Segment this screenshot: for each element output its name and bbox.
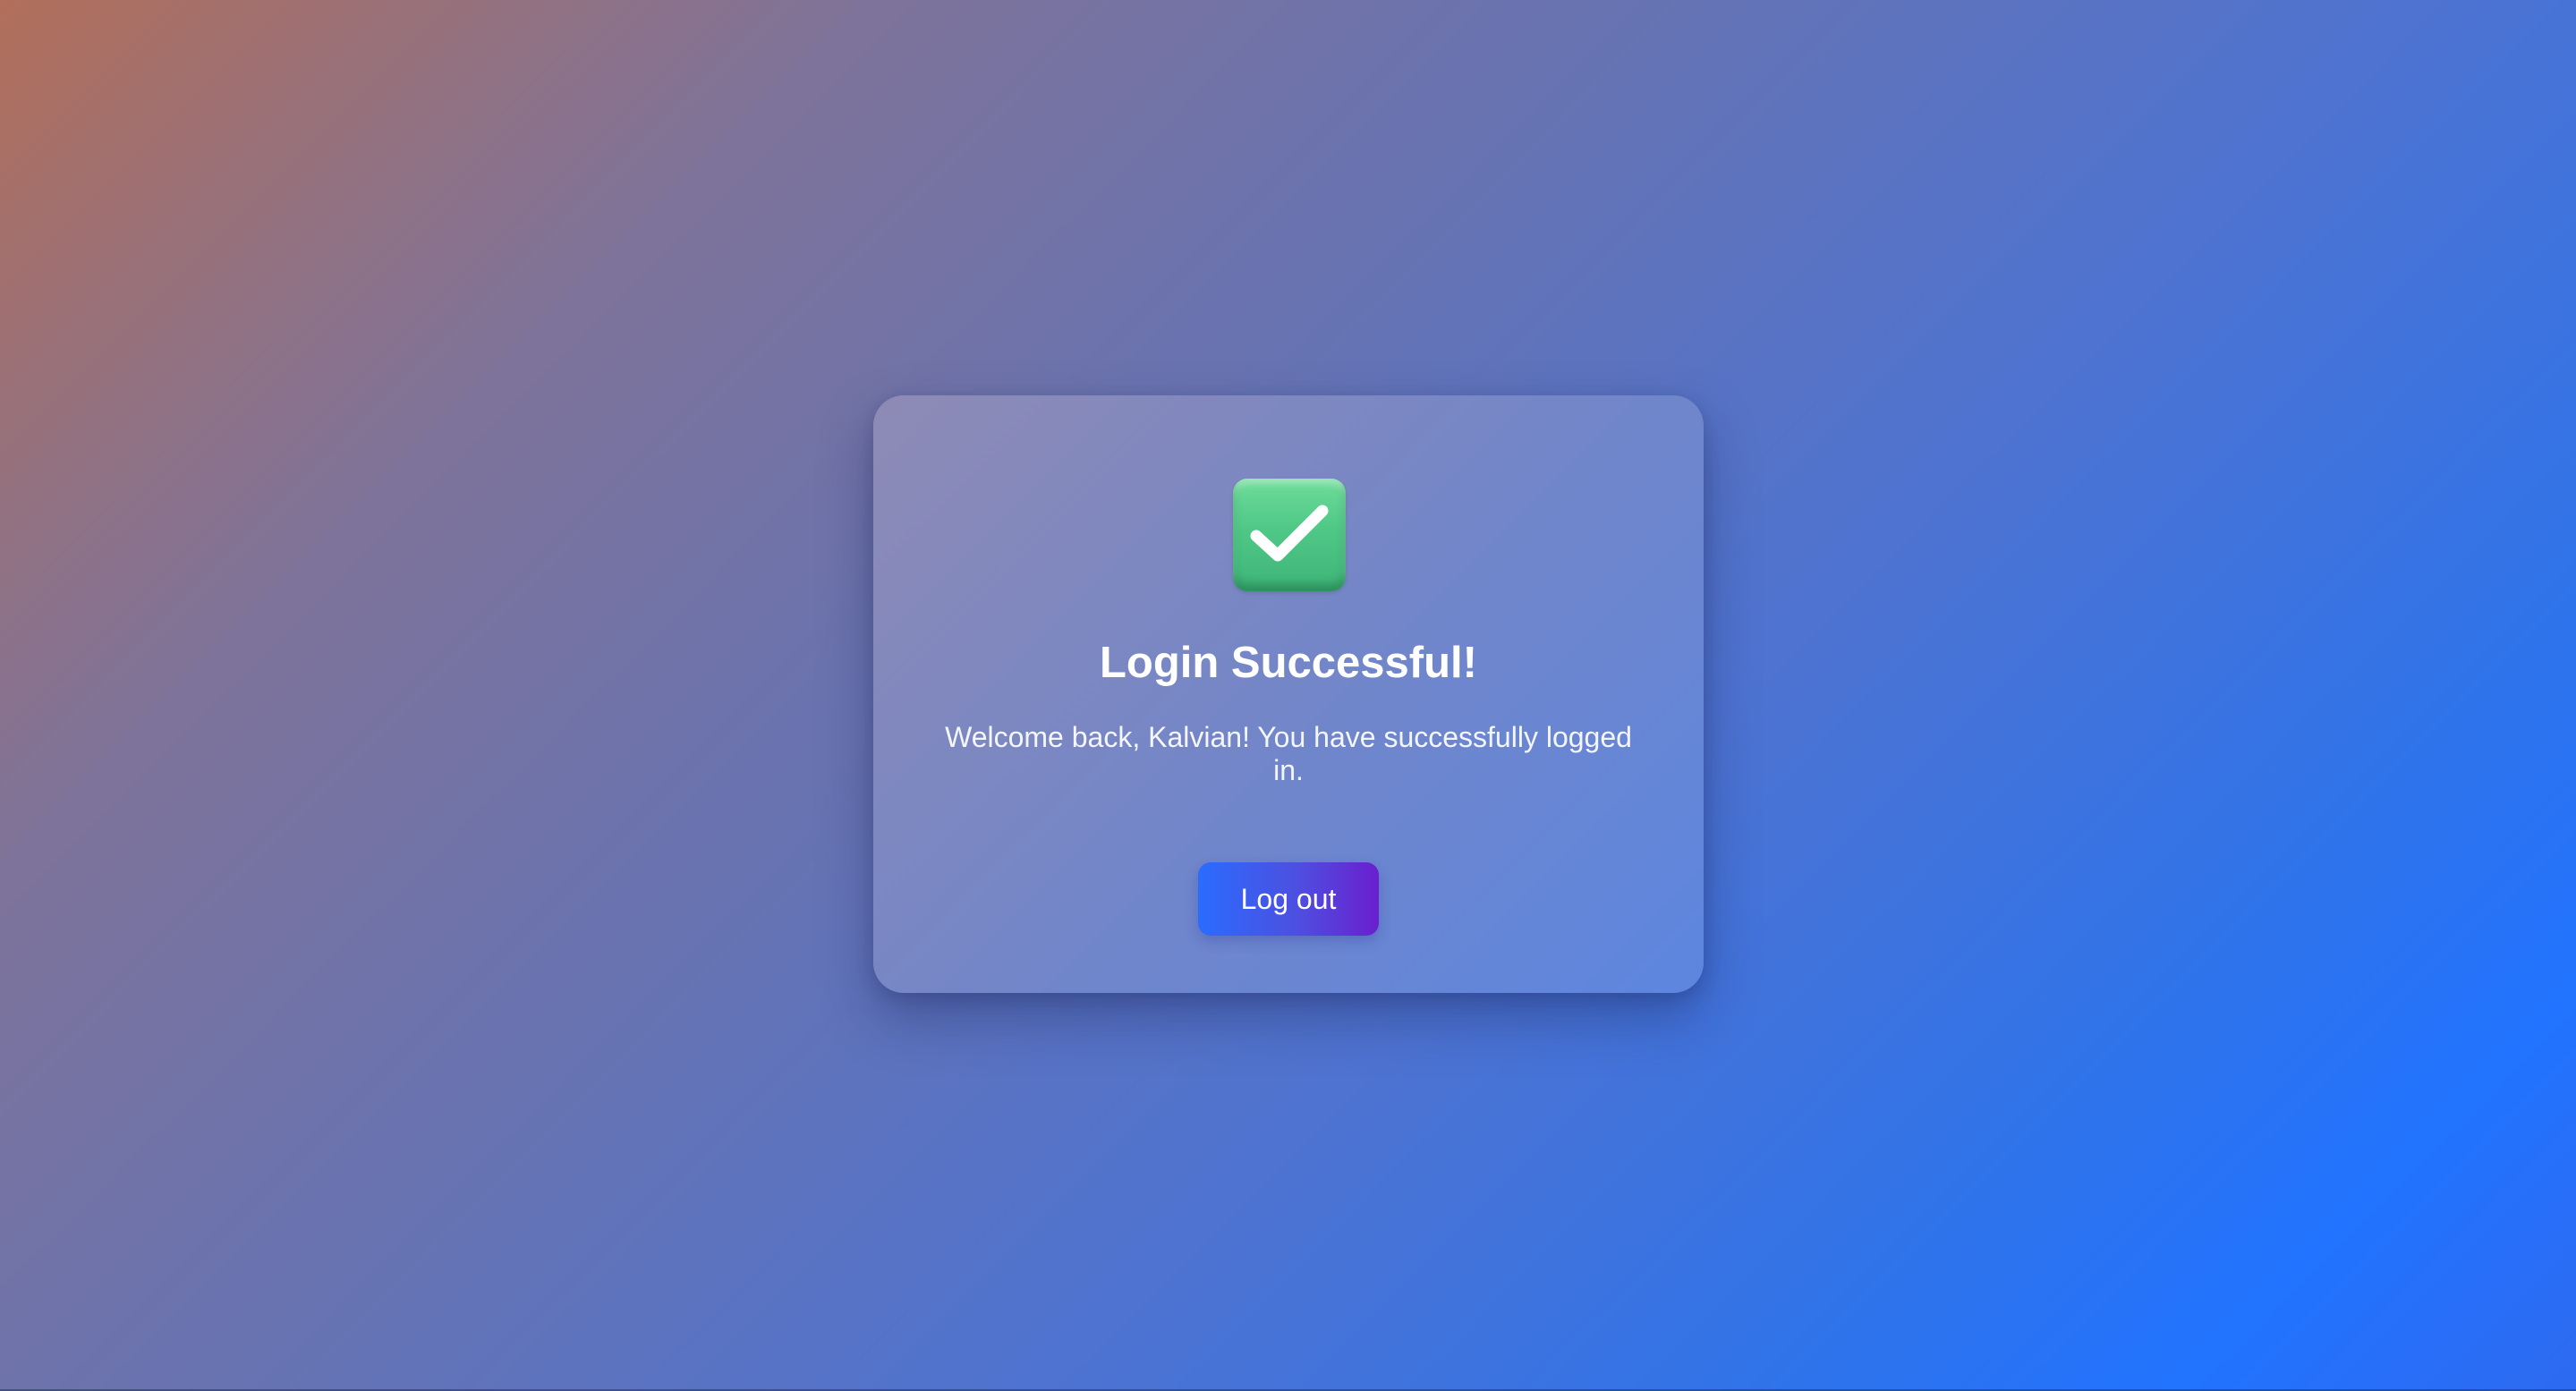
check-mark-icon [1233, 479, 1346, 591]
login-success-card: Login Successful! Welcome back, Kalvian!… [873, 395, 1704, 993]
welcome-message: Welcome back, Kalvian! You have successf… [945, 721, 1632, 786]
logout-button[interactable]: Log out [1198, 862, 1379, 936]
page-title: Login Successful! [1099, 639, 1477, 687]
check-mark-glyph [1250, 505, 1329, 562]
